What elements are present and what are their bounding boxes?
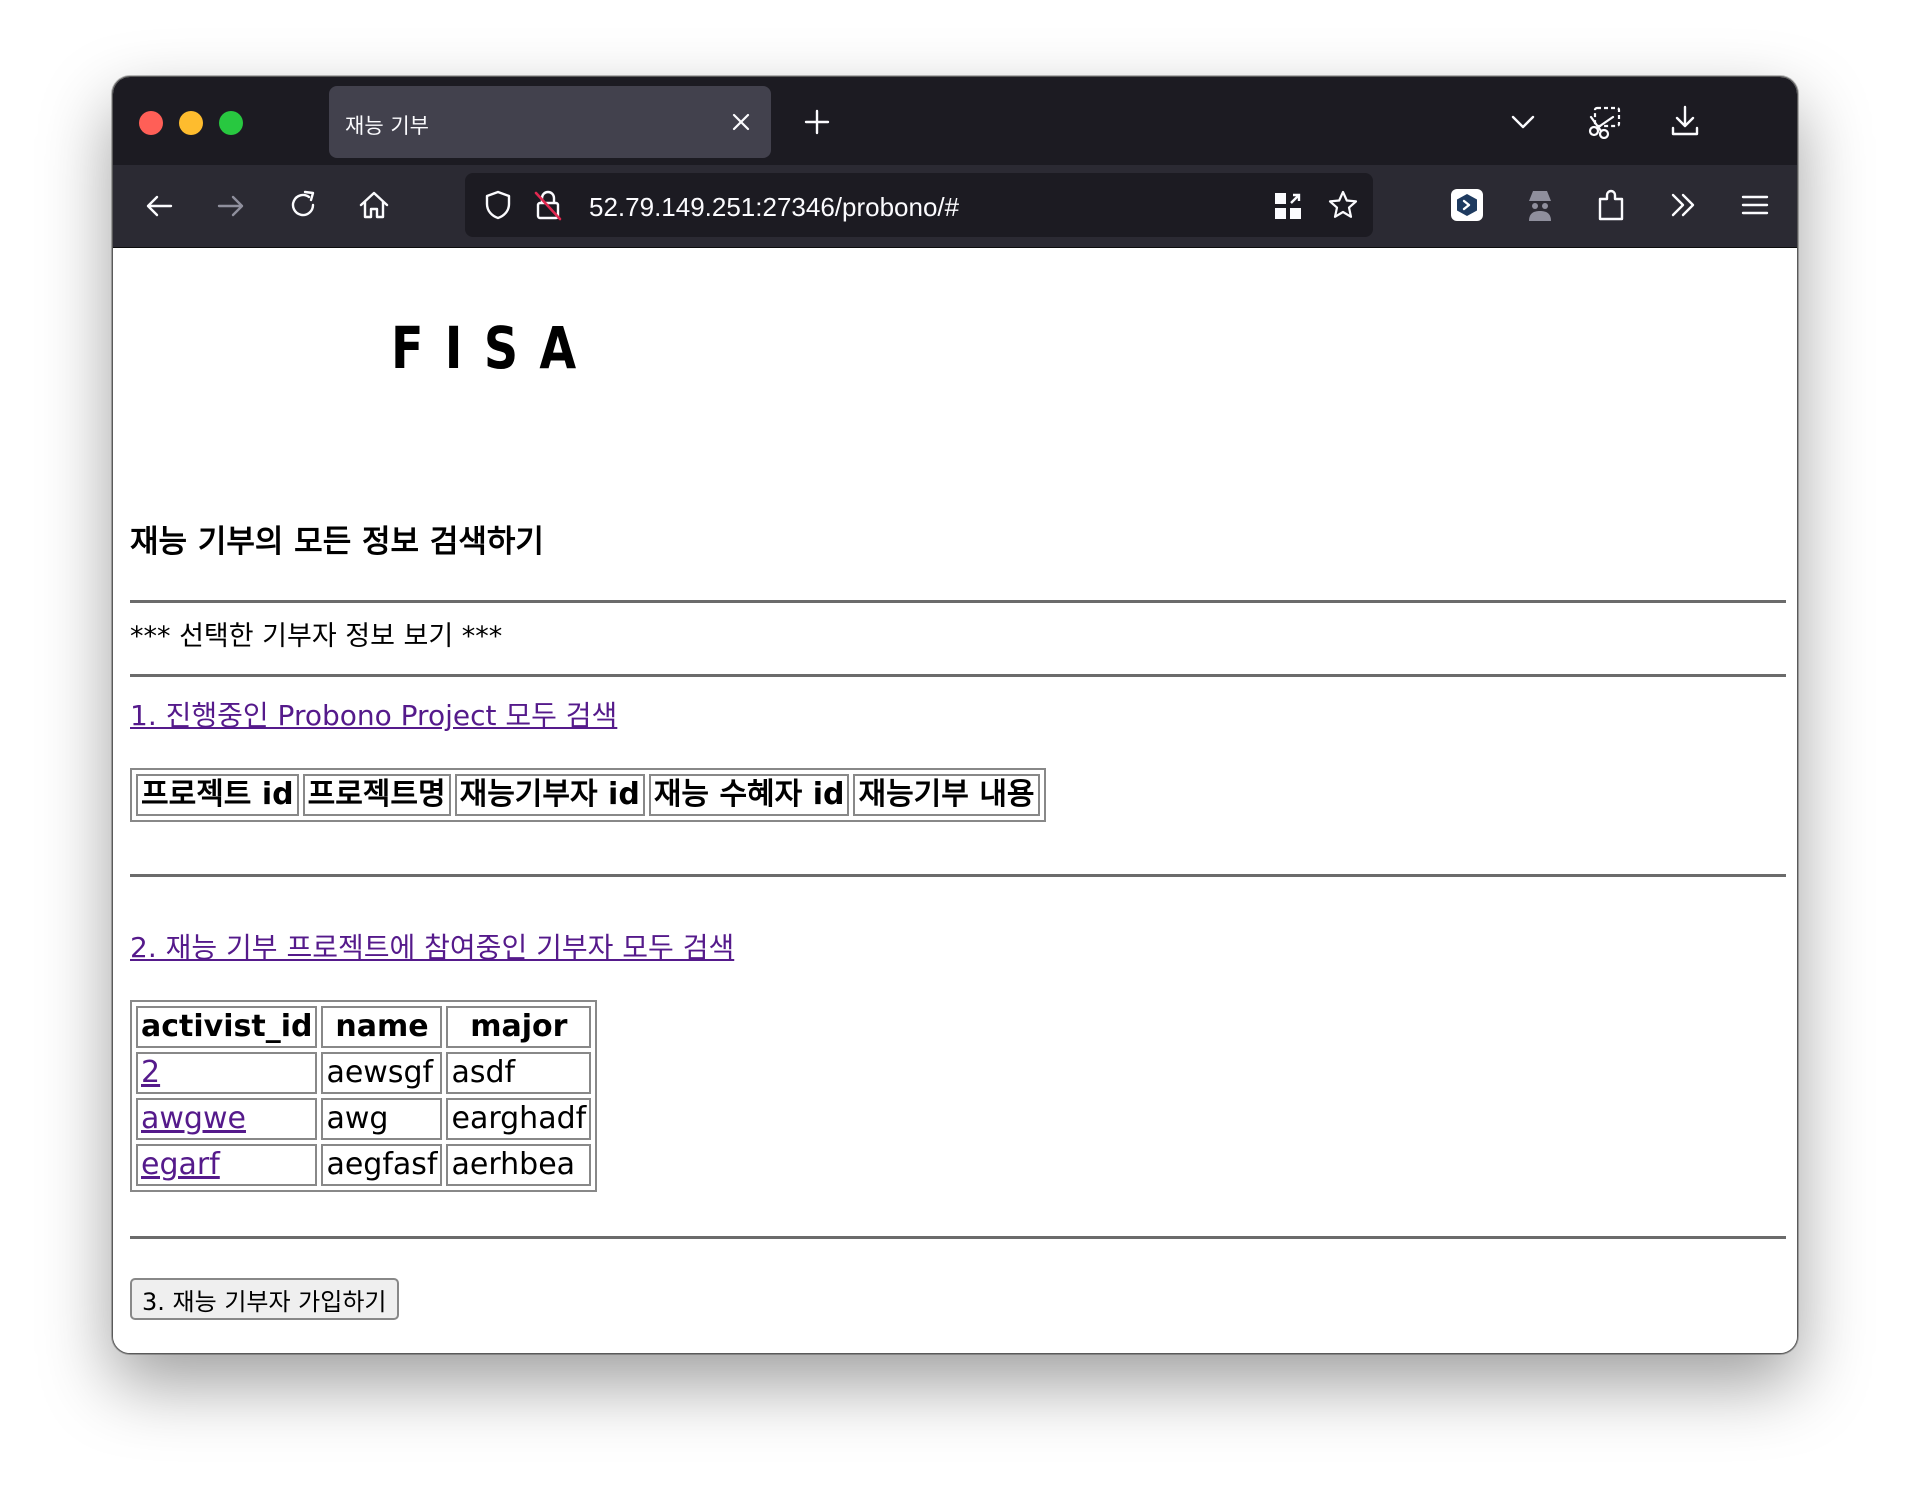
tab-list-chevron-icon[interactable] [1509,108,1537,136]
logo: FISA [391,314,598,382]
downloads-icon[interactable] [1669,104,1701,138]
divider [130,874,1786,877]
activist-id-link[interactable]: awgwe [141,1101,246,1136]
activist-id-cell: 2 [136,1052,318,1094]
divider [130,600,1786,603]
back-arrow-icon[interactable] [143,190,175,222]
close-window-button[interactable] [139,111,163,135]
maximize-window-button[interactable] [219,111,243,135]
table-header-row: 프로젝트 id 프로젝트명 재능기부자 id 재능 수혜자 id 재능기부 내용 [136,774,1040,816]
activist-id-cell: egarf [136,1144,318,1186]
extensions-puzzle-icon[interactable] [1595,187,1629,223]
name-cell: aewsgf [321,1052,443,1094]
browser-window: 재능 기부 52.79.149.251:27346/probono/# FISA… [112,76,1798,1354]
search-projects-link[interactable]: 1. 진행중인 Probono Project 모두 검색 [130,694,617,734]
signup-button[interactable]: 3. 재능 기부자 가입하기 [130,1278,399,1320]
search-activists-link[interactable]: 2. 재능 기부 프로젝트에 참여중인 기부자 모두 검색 [130,926,734,966]
column-header: 재능기부자 id [454,774,645,816]
minimize-window-button[interactable] [179,111,203,135]
tab-bar: 재능 기부 [113,77,1797,165]
url-bar[interactable]: 52.79.149.251:27346/probono/# [465,173,1373,237]
table-header-row: activist_id name major [136,1006,592,1048]
extension-code-icon[interactable] [1449,187,1485,223]
tab-title: 재능 기부 [345,114,429,138]
selected-donor-text: *** 선택한 기부자 정보 보기 *** [130,621,503,652]
major-cell: aerhbea [446,1144,592,1186]
activists-table: activist_id name major 2 aewsgf asdf awg… [130,1000,598,1192]
shield-icon[interactable] [483,189,513,221]
activist-id-cell: awgwe [136,1098,318,1140]
column-header: activist_id [136,1006,318,1048]
divider [130,1236,1786,1239]
hamburger-menu-icon[interactable] [1739,189,1771,221]
activist-id-link[interactable]: egarf [141,1147,220,1182]
projects-table: 프로젝트 id 프로젝트명 재능기부자 id 재능 수혜자 id 재능기부 내용 [130,768,1046,822]
column-header: 재능기부 내용 [853,774,1040,816]
overflow-chevrons-icon[interactable] [1667,189,1699,221]
page-title: 재능 기부의 모든 정보 검색하기 [130,524,544,560]
table-row: awgwe awg earghadf [136,1098,592,1140]
browser-tab[interactable]: 재능 기부 [329,86,771,158]
spy-extension-icon[interactable] [1523,187,1557,223]
column-header: 프로젝트명 [302,774,451,816]
activist-id-link[interactable]: 2 [141,1055,160,1090]
name-cell: aegfasf [321,1144,443,1186]
page-content: FISA 재능 기부의 모든 정보 검색하기 *** 선택한 기부자 정보 보기… [113,248,1797,1353]
name-cell: awg [321,1098,443,1140]
column-header: 프로젝트 id [136,774,299,816]
major-cell: asdf [446,1052,592,1094]
home-icon[interactable] [357,188,391,222]
reload-icon[interactable] [287,189,319,221]
column-header: name [321,1006,443,1048]
bookmark-star-icon[interactable] [1327,189,1359,221]
column-header: 재능 수혜자 id [648,774,850,816]
screenshot-scissors-icon[interactable] [1587,105,1623,139]
table-row: egarf aegfasf aerhbea [136,1144,592,1186]
table-row: 2 aewsgf asdf [136,1052,592,1094]
new-tab-icon[interactable] [803,108,831,136]
major-cell: earghadf [446,1098,592,1140]
tab-close-icon[interactable] [729,110,753,134]
insecure-lock-icon[interactable] [533,189,563,221]
navigation-bar: 52.79.149.251:27346/probono/# [113,165,1797,248]
column-header: major [446,1006,592,1048]
forward-arrow-icon [215,190,247,222]
divider [130,674,1786,677]
url-text[interactable]: 52.79.149.251:27346/probono/# [589,192,959,223]
qr-code-icon[interactable] [1273,191,1303,221]
